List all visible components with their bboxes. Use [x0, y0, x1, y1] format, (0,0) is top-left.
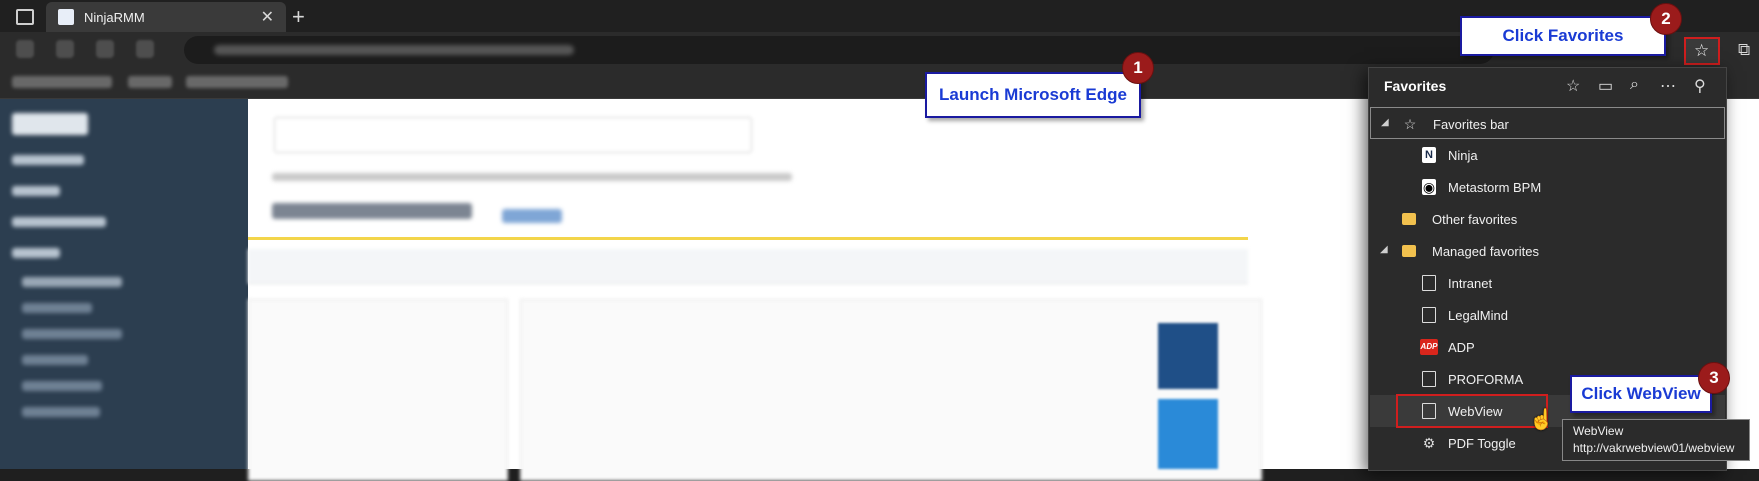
new-tab-button[interactable]: + — [292, 4, 305, 30]
performance-card — [248, 299, 508, 481]
fav-folder-favorites-bar[interactable]: ◢ ☆ Favorites bar — [1370, 107, 1725, 139]
fav-item-label: PDF Toggle — [1448, 436, 1516, 451]
breadcrumb-blurred — [272, 173, 792, 181]
fav-item-label: Intranet — [1448, 276, 1493, 291]
sidebar-item[interactable] — [12, 217, 106, 227]
fav-item-label: Favorites bar — [1433, 117, 1509, 132]
app-sidebar — [0, 99, 248, 469]
more-options-icon[interactable]: ⋯ — [1660, 76, 1676, 96]
sidebar-item[interactable] — [12, 155, 84, 165]
add-folder-icon[interactable]: ▭ — [1598, 76, 1613, 96]
fav-folder-other-favorites[interactable]: Other favorites — [1370, 203, 1725, 235]
fav-item-label: Managed favorites — [1432, 244, 1539, 259]
fav-item-adp[interactable]: ADP ADP — [1370, 331, 1725, 363]
sidebar-subitem[interactable] — [22, 355, 88, 365]
adp-favicon: ADP — [1420, 339, 1438, 355]
favbar-item-blurred[interactable] — [12, 76, 112, 88]
ninja-favicon: N — [1422, 147, 1436, 163]
fav-item-ninja[interactable]: N Ninja — [1370, 139, 1725, 171]
add-favorite-icon[interactable]: ☆ — [1566, 76, 1580, 96]
fav-item-intranet[interactable]: Intranet — [1370, 267, 1725, 299]
callout-text: Click WebView — [1581, 384, 1701, 403]
managed-folder-icon — [1402, 245, 1416, 257]
tooltip-url: http://vakrwebview01/webview — [1573, 441, 1735, 455]
page-icon — [1422, 275, 1436, 291]
expand-arrow-icon[interactable]: ◢ — [1381, 117, 1389, 128]
tab-ninjarmm[interactable]: NinjaRMM ✕ — [46, 2, 286, 32]
refresh-button[interactable] — [96, 40, 114, 58]
hand-cursor-icon: ☝ — [1529, 409, 1554, 431]
sidebar-subitem[interactable] — [22, 303, 92, 313]
favorites-star-icon: ☆ — [1694, 41, 1710, 60]
sidebar-subitem[interactable] — [22, 329, 122, 339]
fav-item-label: Metastorm BPM — [1448, 180, 1542, 195]
ninja-favicon — [58, 9, 74, 25]
webview-tooltip: WebView http://vakrwebview01/webview — [1562, 419, 1750, 461]
star-outline-icon: ☆ — [1403, 116, 1417, 132]
fav-folder-managed-favorites[interactable]: ◢ Managed favorites — [1370, 235, 1725, 267]
pin-icon[interactable]: ⚲ — [1694, 76, 1706, 96]
device-title-blurred — [272, 203, 472, 219]
callout-click-webview: Click WebView — [1570, 375, 1712, 413]
gear-icon: ⚙ — [1422, 435, 1436, 451]
page-icon — [1422, 371, 1436, 387]
fav-item-label: Ninja — [1448, 148, 1478, 163]
url-text-blurred — [214, 45, 574, 55]
tab-actions-icon[interactable] — [16, 9, 34, 25]
fav-item-metastorm-bpm[interactable]: ◉ Metastorm BPM — [1370, 171, 1725, 203]
page-icon — [1422, 307, 1436, 323]
tooltip-title: WebView — [1573, 424, 1624, 438]
search-input-blurred[interactable] — [274, 117, 752, 153]
fav-item-label: ADP — [1448, 340, 1475, 355]
home-button[interactable] — [136, 40, 154, 58]
callout-click-favorites: Click Favorites — [1460, 16, 1666, 56]
step-badge-1: 1 — [1122, 52, 1154, 84]
general-card — [520, 299, 1262, 481]
favbar-item-blurred[interactable] — [186, 76, 288, 88]
close-tab-icon[interactable]: ✕ — [261, 7, 274, 27]
sidebar-item[interactable] — [12, 186, 60, 196]
device-action-icons[interactable] — [502, 209, 562, 223]
status-stripe — [248, 237, 1248, 240]
fav-item-label: PROFORMA — [1448, 372, 1524, 387]
favbar-item-blurred[interactable] — [128, 76, 172, 88]
os-logo-tile — [1158, 323, 1218, 389]
step-badge-3: 3 — [1698, 362, 1730, 394]
webview-highlight-box — [1396, 394, 1548, 428]
step-badge-2: 2 — [1650, 3, 1682, 35]
forward-button[interactable] — [56, 40, 74, 58]
callout-text: Click Favorites — [1502, 26, 1624, 45]
fav-item-label: Other favorites — [1432, 212, 1518, 227]
sidebar-item[interactable] — [12, 248, 60, 258]
callout-text: Launch Microsoft Edge — [939, 85, 1127, 104]
favorites-button[interactable]: ☆ — [1684, 37, 1720, 65]
device-tabs-blurred[interactable] — [248, 249, 1248, 284]
collections-icon[interactable]: ⧉ — [1738, 40, 1750, 60]
sidebar-subitem[interactable] — [22, 277, 122, 287]
os-logo-tile — [1158, 399, 1218, 469]
fav-item-legalmind[interactable]: LegalMind — [1370, 299, 1725, 331]
callout-launch-edge: Launch Microsoft Edge — [925, 72, 1141, 118]
fav-item-label: LegalMind — [1448, 308, 1508, 323]
search-icon[interactable]: ⌕ — [1630, 76, 1639, 94]
app-logo — [12, 113, 88, 135]
eye-favicon: ◉ — [1422, 179, 1436, 195]
sidebar-subitem[interactable] — [22, 381, 102, 391]
tab-title: NinjaRMM — [84, 10, 145, 25]
back-button[interactable] — [16, 40, 34, 58]
folder-icon — [1402, 213, 1416, 225]
sidebar-subitem[interactable] — [22, 407, 100, 417]
favorites-panel-title: Favorites — [1384, 78, 1447, 94]
expand-arrow-icon[interactable]: ◢ — [1380, 244, 1388, 255]
